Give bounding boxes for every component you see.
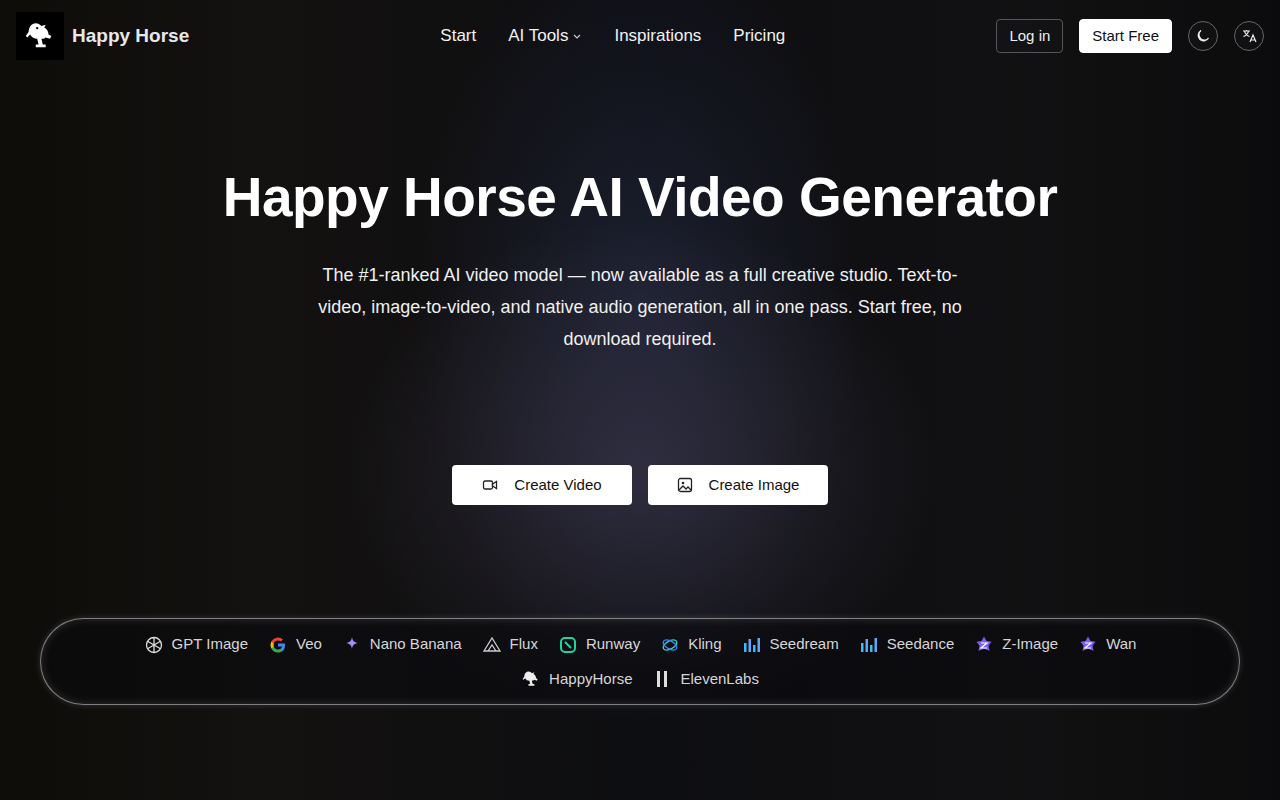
model-item[interactable]: GPT Image [144,633,248,656]
model-item[interactable]: Veo [268,633,322,656]
moon-icon [1195,28,1211,44]
nav-link[interactable]: Pricing [733,19,785,53]
model-item[interactable]: Seedance [859,633,955,656]
bars-logo-icon [742,635,762,655]
nav-link-label: AI Tools [508,23,568,49]
nav-actions: Log in Start Free [996,19,1264,54]
nav-link-label: Start [440,23,476,49]
model-item[interactable]: Seedream [742,633,839,656]
model-name: Kling [688,633,721,656]
hero-title: Happy Horse AI Video Generator [0,166,1280,229]
model-name: GPT Image [172,633,248,656]
model-item[interactable]: Flux [482,633,538,656]
nav-link[interactable]: Inspirations [614,19,701,53]
model-name: Z-Image [1002,633,1058,656]
hero: Happy Horse AI Video Generator The #1-ran… [0,72,1280,505]
nav-link-label: Pricing [733,23,785,49]
page: Happy Horse Start AI Tools Inspirations Pric… [0,0,1280,800]
chevron-down-icon [572,31,582,41]
language-button[interactable] [1234,21,1264,51]
nav-links: Start AI Tools Inspirations Pricing [440,19,785,53]
model-name: HappyHorse [549,668,632,691]
start-free-button[interactable]: Start Free [1079,19,1172,54]
logo-icon [16,12,64,60]
model-item[interactable]: ElevenLabs [652,668,758,691]
model-item[interactable]: Nano Banana [342,633,462,656]
openai-logo-icon [144,635,164,655]
model-name: ElevenLabs [680,668,758,691]
image-icon [677,477,693,493]
hero-buttons: Create Video Create Image [0,465,1280,505]
model-name: Seedance [887,633,955,656]
hero-subtitle: The #1-ranked AI video model — now avail… [300,259,980,355]
runway-logo-icon [558,635,578,655]
model-item[interactable]: HappyHorse [521,668,632,691]
model-item[interactable]: Z-Image [974,633,1058,656]
star-logo-icon [974,635,994,655]
nav-link[interactable]: AI Tools [508,19,582,53]
model-name: Nano Banana [370,633,462,656]
bars-logo-icon [859,635,879,655]
flux-logo-icon [482,635,502,655]
brand-name: Happy Horse [72,22,189,51]
model-name: Wan [1106,633,1136,656]
top-navbar: Happy Horse Start AI Tools Inspirations Pric… [0,0,1280,72]
kling-logo-icon [660,635,680,655]
eleven-logo-icon [652,669,672,689]
model-item[interactable]: Wan [1078,633,1136,656]
models-strip: GPT Image Veo Nano Banana Flux Runway Kling Se… [40,618,1240,705]
video-camera-icon [482,477,498,493]
star-logo-icon [1078,635,1098,655]
nav-link-label: Inspirations [614,23,701,49]
theme-toggle-button[interactable] [1188,21,1218,51]
model-name: Seedream [770,633,839,656]
models-strip-wrap: GPT Image Veo Nano Banana Flux Runway Kling Se… [0,618,1280,705]
login-button[interactable]: Log in [996,19,1063,54]
button-label: Create Video [514,474,601,497]
translate-icon [1241,28,1257,44]
create-video-button[interactable]: Create Video [452,465,632,505]
model-name: Flux [510,633,538,656]
sparkle-logo-icon [342,635,362,655]
nav-link[interactable]: Start [440,19,476,53]
button-label: Create Image [709,474,800,497]
model-name: Veo [296,633,322,656]
google-logo-icon [268,635,288,655]
brand-link[interactable]: Happy Horse [16,12,189,60]
model-item[interactable]: Kling [660,633,721,656]
model-name: Runway [586,633,640,656]
create-image-button[interactable]: Create Image [648,465,828,505]
horse-logo-icon [521,669,541,689]
model-item[interactable]: Runway [558,633,640,656]
